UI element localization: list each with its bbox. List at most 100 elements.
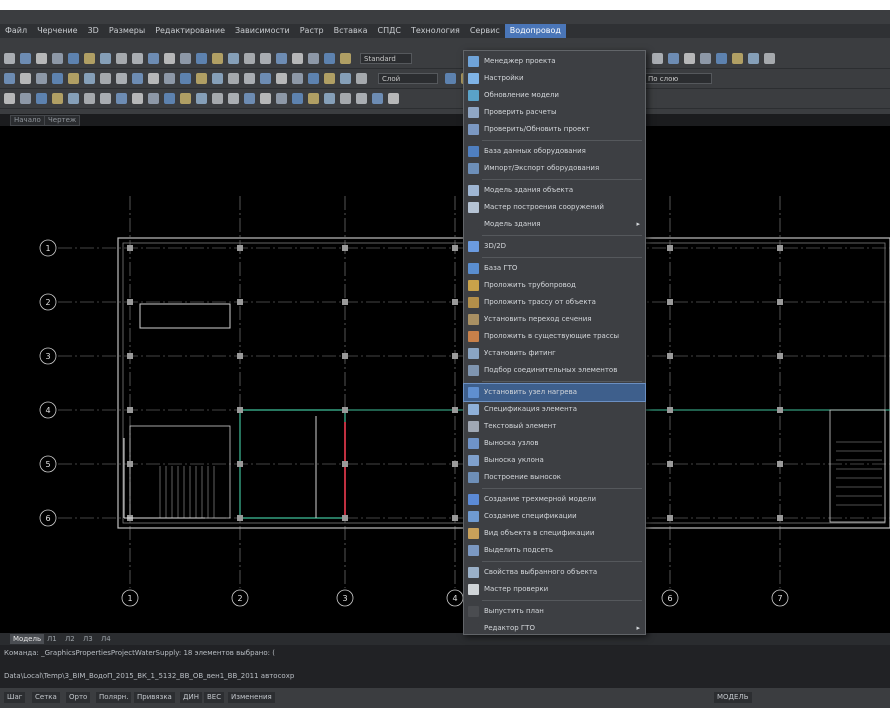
- menu-item-2[interactable]: Черчение: [32, 24, 82, 38]
- toolbar-button-2-22[interactable]: [340, 73, 351, 84]
- toolbar-button-3-16[interactable]: [244, 93, 255, 104]
- dropdown-item-4[interactable]: Проверить расчеты: [464, 104, 645, 121]
- menu-item-10[interactable]: Технология: [406, 24, 465, 38]
- toolbar-button-1-19[interactable]: [292, 53, 303, 64]
- dropdown-item-20[interactable]: Спецификация элемента: [464, 401, 645, 418]
- toolbar-button-3-11[interactable]: [164, 93, 175, 104]
- toolbar-button-3-21[interactable]: [324, 93, 335, 104]
- toolbar-button-2-21[interactable]: [324, 73, 335, 84]
- status-ortho[interactable]: Орто: [66, 692, 91, 703]
- toolbar-button-3-15[interactable]: [228, 93, 239, 104]
- dropdown-item-29[interactable]: Свойства выбранного объекта: [464, 564, 645, 581]
- toolbar-button-3-9[interactable]: [132, 93, 143, 104]
- layout-tab-3[interactable]: Л3: [80, 634, 96, 644]
- toolbar-button-3-14[interactable]: [212, 93, 223, 104]
- toolbar-button-1-8[interactable]: [116, 53, 127, 64]
- toolbar-button-2-16[interactable]: [244, 73, 255, 84]
- dropdown-item-32[interactable]: Редактор ГТО ▸: [464, 620, 645, 637]
- menu-item-1[interactable]: Файл: [0, 24, 32, 38]
- toolbar-button-1-16[interactable]: [244, 53, 255, 64]
- toolbar-button-3-5[interactable]: [68, 93, 79, 104]
- toolbar-button-1-27[interactable]: [716, 53, 727, 64]
- toolbar-button-1-29[interactable]: [748, 53, 759, 64]
- toolbar-button-3-20[interactable]: [308, 93, 319, 104]
- menu-item-7[interactable]: Растр: [295, 24, 329, 38]
- toolbar-button-1-2[interactable]: [20, 53, 31, 64]
- toolbar-button-3-24[interactable]: [372, 93, 383, 104]
- dropdown-item-3[interactable]: Обновление модели: [464, 87, 645, 104]
- toolbar-button-1-13[interactable]: [196, 53, 207, 64]
- toolbar-button-1-25[interactable]: [684, 53, 695, 64]
- toolbar-button-2-2[interactable]: [20, 73, 31, 84]
- toolbar-button-2-8[interactable]: [116, 73, 127, 84]
- menu-item-6[interactable]: Зависимости: [230, 24, 295, 38]
- toolbar-button-1-4[interactable]: [52, 53, 63, 64]
- status-snap[interactable]: Шаг: [4, 692, 26, 703]
- status-dyn[interactable]: ДИН: [180, 692, 202, 703]
- dropdown-item-27[interactable]: Вид объекта в спецификации: [464, 525, 645, 542]
- toolbar-button-1-11[interactable]: [164, 53, 175, 64]
- status-polar[interactable]: Полярн.: [96, 692, 132, 703]
- toolbar-button-2-1[interactable]: [4, 73, 15, 84]
- status-grid[interactable]: Сетка: [32, 692, 60, 703]
- status-lwt[interactable]: ВЕС: [204, 692, 225, 703]
- toolbar-button-1-1[interactable]: [4, 53, 15, 64]
- status-osnap[interactable]: Привязка: [134, 692, 175, 703]
- toolbar-button-2-3[interactable]: [36, 73, 47, 84]
- toolbar-button-2-13[interactable]: [196, 73, 207, 84]
- dropdown-item-5[interactable]: Проверить/Обновить проект: [464, 121, 645, 138]
- toolbar-button-3-17[interactable]: [260, 93, 271, 104]
- menu-item-3[interactable]: 3D: [83, 24, 104, 38]
- dropdown-item-1[interactable]: Менеджер проекта: [464, 53, 645, 70]
- dropdown-item-8[interactable]: Модель здания объекта: [464, 182, 645, 199]
- toolbar-button-3-8[interactable]: [116, 93, 127, 104]
- toolbar-button-1-5[interactable]: [68, 53, 79, 64]
- toolbar-button-2-14[interactable]: [212, 73, 223, 84]
- text-style-combo[interactable]: Standard: [360, 53, 412, 64]
- toolbar-button-2-24[interactable]: [445, 73, 456, 84]
- menu-item-8[interactable]: Вставка: [329, 24, 373, 38]
- toolbar-button-2-23[interactable]: [356, 73, 367, 84]
- toolbar-button-1-12[interactable]: [180, 53, 191, 64]
- toolbar-button-1-20[interactable]: [308, 53, 319, 64]
- dropdown-item-13[interactable]: Проложить трубопровод: [464, 277, 645, 294]
- toolbar-button-3-22[interactable]: [340, 93, 351, 104]
- toolbar-button-1-15[interactable]: [228, 53, 239, 64]
- toolbar-button-3-10[interactable]: [148, 93, 159, 104]
- status-model-space[interactable]: МОДЕЛЬ: [714, 692, 752, 703]
- dropdown-item-17[interactable]: Установить фитинг: [464, 345, 645, 362]
- dropdown-item-9[interactable]: Мастер построения сооружений: [464, 199, 645, 216]
- toolbar-button-2-10[interactable]: [148, 73, 159, 84]
- toolbar-button-3-3[interactable]: [36, 93, 47, 104]
- dropdown-item-11[interactable]: 3D/2D: [464, 238, 645, 255]
- toolbar-button-2-17[interactable]: [260, 73, 271, 84]
- toolbar-button-3-12[interactable]: [180, 93, 191, 104]
- toolbar-button-3-18[interactable]: [276, 93, 287, 104]
- toolbar-button-3-7[interactable]: [100, 93, 111, 104]
- dropdown-item-22[interactable]: Выноска узлов: [464, 435, 645, 452]
- toolbar-button-3-1[interactable]: [4, 93, 15, 104]
- toolbar-button-1-18[interactable]: [276, 53, 287, 64]
- command-line[interactable]: Команда: _GraphicsPropertiesProjectWater…: [0, 645, 890, 688]
- dropdown-item-12[interactable]: База ГТО: [464, 260, 645, 277]
- menu-item-11[interactable]: Сервис: [465, 24, 505, 38]
- dropdown-item-21[interactable]: Текстовый элемент: [464, 418, 645, 435]
- menu-item-4[interactable]: Размеры: [104, 24, 150, 38]
- toolbar-button-2-18[interactable]: [276, 73, 287, 84]
- layer-combo[interactable]: Слой: [378, 73, 438, 84]
- toolbar-button-3-2[interactable]: [20, 93, 31, 104]
- dropdown-item-30[interactable]: Мастер проверки: [464, 581, 645, 598]
- toolbar-button-2-12[interactable]: [180, 73, 191, 84]
- toolbar-button-3-19[interactable]: [292, 93, 303, 104]
- dropdown-item-15[interactable]: Установить переход сечения: [464, 311, 645, 328]
- toolbar-button-3-25[interactable]: [388, 93, 399, 104]
- toolbar-button-1-14[interactable]: [212, 53, 223, 64]
- tab-drawing[interactable]: Чертеж: [44, 115, 81, 126]
- dropdown-item-26[interactable]: Создание спецификации: [464, 508, 645, 525]
- toolbar-button-1-17[interactable]: [260, 53, 271, 64]
- dropdown-item-31[interactable]: Выпустить план: [464, 603, 645, 620]
- toolbar-button-2-11[interactable]: [164, 73, 175, 84]
- toolbar-button-2-6[interactable]: [84, 73, 95, 84]
- toolbar-button-2-5[interactable]: [68, 73, 79, 84]
- dropdown-item-24[interactable]: Построение выносок: [464, 469, 645, 486]
